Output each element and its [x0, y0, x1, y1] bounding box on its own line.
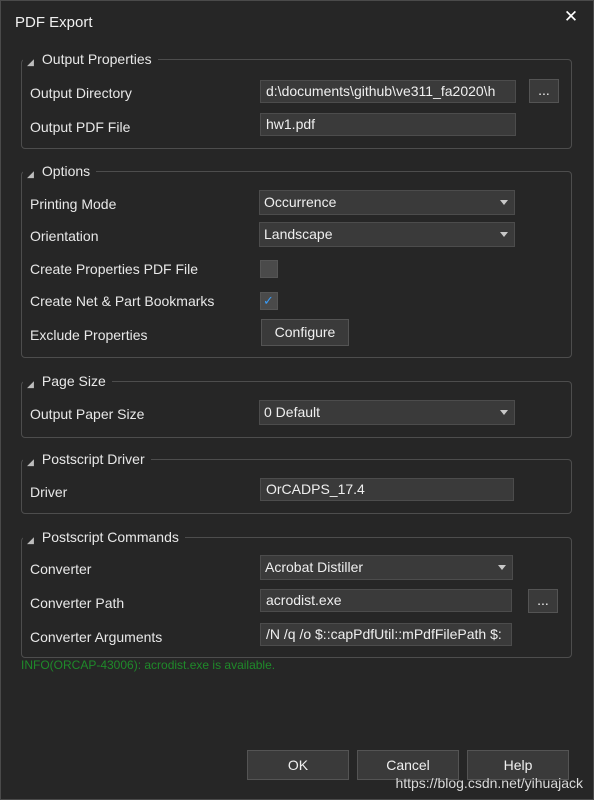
create-bookmarks-checkbox[interactable]: ✓	[260, 292, 278, 310]
checkmark-icon: ✓	[263, 293, 274, 308]
chevron-down-icon	[500, 232, 508, 237]
converter-path-field[interactable]: acrodist.exe	[260, 589, 512, 612]
collapse-chevron-icon[interactable]: ◢	[27, 57, 34, 68]
orientation-select[interactable]: Landscape	[259, 222, 515, 247]
converter-label: Converter	[30, 561, 92, 577]
collapse-chevron-icon[interactable]: ◢	[27, 379, 34, 390]
printing-mode-value: Occurrence	[264, 194, 337, 210]
dialog-title: PDF Export	[15, 14, 93, 31]
page-size-group: ◢ Page Size Output Paper Size 0 Default	[21, 373, 572, 438]
output-directory-label: Output Directory	[30, 85, 132, 101]
postscript-driver-title: Postscript Driver	[41, 451, 145, 467]
driver-label: Driver	[30, 484, 68, 500]
collapse-chevron-icon[interactable]: ◢	[27, 169, 34, 180]
converter-select[interactable]: Acrobat Distiller	[260, 555, 513, 580]
driver-field[interactable]: OrCADPS_17.4	[260, 478, 514, 501]
postscript-commands-group: ◢ Postscript Commands Converter Acrobat …	[21, 529, 572, 658]
output-properties-title: Output Properties	[41, 51, 152, 67]
postscript-commands-header[interactable]: ◢ Postscript Commands	[23, 529, 185, 545]
collapse-chevron-icon[interactable]: ◢	[27, 535, 34, 546]
output-pdf-file-field[interactable]: hw1.pdf	[260, 113, 516, 136]
close-icon[interactable]: ✕	[559, 5, 583, 29]
pdf-export-dialog: PDF Export ✕ ◢ Output Properties Output …	[0, 0, 594, 800]
output-paper-size-select[interactable]: 0 Default	[259, 400, 515, 425]
create-properties-pdf-checkbox[interactable]	[260, 260, 278, 278]
orientation-label: Orientation	[30, 228, 99, 244]
create-properties-pdf-label: Create Properties PDF File	[30, 261, 199, 277]
converter-path-browse-button[interactable]: ...	[528, 589, 558, 613]
output-paper-size-label: Output Paper Size	[30, 406, 145, 422]
output-paper-size-value: 0 Default	[264, 404, 321, 420]
postscript-driver-group: ◢ Postscript Driver Driver OrCADPS_17.4	[21, 451, 572, 514]
page-size-title: Page Size	[41, 373, 106, 389]
chevron-down-icon	[498, 565, 506, 570]
info-message: INFO(ORCAP-43006): acrodist.exe is avail…	[21, 658, 276, 672]
converter-value: Acrobat Distiller	[265, 559, 364, 575]
options-title: Options	[41, 163, 91, 179]
options-group: ◢ Options Printing Mode Occurrence Orien…	[21, 163, 572, 358]
converter-path-label: Converter Path	[30, 595, 125, 611]
output-directory-field[interactable]: d:\documents\github\ve311_fa2020\h	[260, 80, 516, 103]
watermark-text: https://blog.csdn.net/yihuajack	[395, 775, 583, 791]
output-directory-browse-button[interactable]: ...	[529, 79, 559, 103]
options-header[interactable]: ◢ Options	[23, 163, 97, 180]
postscript-driver-header[interactable]: ◢ Postscript Driver	[23, 451, 151, 467]
orientation-value: Landscape	[264, 226, 333, 242]
chevron-down-icon	[500, 200, 508, 205]
chevron-down-icon	[500, 410, 508, 415]
output-pdf-file-label: Output PDF File	[30, 119, 131, 135]
printing-mode-select[interactable]: Occurrence	[259, 190, 515, 215]
converter-arguments-field[interactable]: /N /q /o $::capPdfUtil::mPdfFilePath $:	[260, 623, 512, 646]
exclude-properties-label: Exclude Properties	[30, 327, 148, 343]
output-properties-header[interactable]: ◢ Output Properties	[23, 51, 158, 67]
converter-arguments-label: Converter Arguments	[30, 629, 163, 645]
output-properties-group: ◢ Output Properties Output Directory d:\…	[21, 51, 572, 149]
title-bar: PDF Export ✕	[1, 1, 593, 41]
postscript-commands-title: Postscript Commands	[41, 529, 179, 545]
printing-mode-label: Printing Mode	[30, 196, 117, 212]
create-bookmarks-label: Create Net & Part Bookmarks	[30, 293, 215, 309]
collapse-chevron-icon[interactable]: ◢	[27, 457, 34, 468]
ok-button[interactable]: OK	[247, 750, 349, 780]
page-size-header[interactable]: ◢ Page Size	[23, 373, 112, 389]
configure-button[interactable]: Configure	[261, 319, 349, 346]
